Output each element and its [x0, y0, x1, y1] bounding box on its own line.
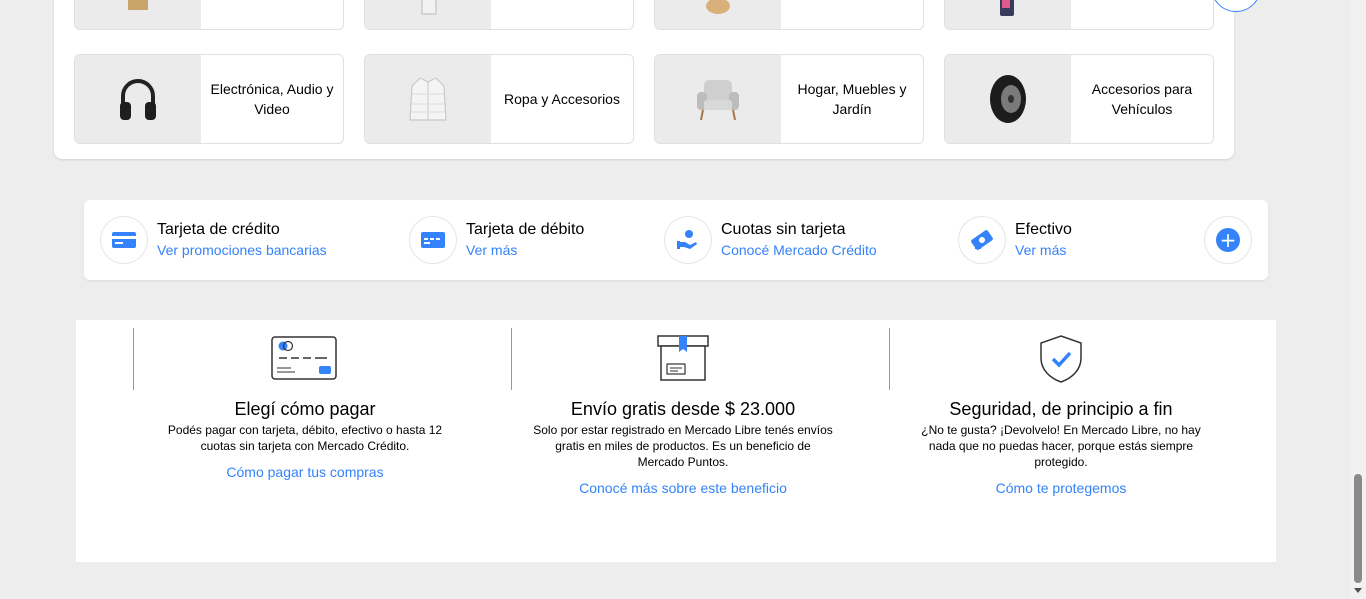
category-tile[interactable]	[944, 0, 1214, 30]
payment-title: Tarjeta de crédito	[157, 221, 280, 238]
payment-methods-bar: Tarjeta de crédito Ver promociones banca…	[84, 200, 1268, 280]
page-scrollbar[interactable]	[1350, 0, 1366, 599]
payment-credit-card[interactable]: Tarjeta de crédito Ver promociones banca…	[100, 216, 327, 264]
category-tile-vehicles[interactable]: Accesorios para Vehículos	[944, 54, 1214, 144]
category-label: Electrónica, Audio y Video	[210, 81, 334, 117]
jacket-icon	[365, 55, 491, 143]
benefit-link[interactable]: Conocé más sobre este beneficio	[579, 479, 787, 497]
benefit-payment: Elegí cómo pagar Podés pagar con tarjeta…	[116, 334, 494, 482]
benefit-title: Elegí cómo pagar	[234, 399, 376, 419]
scroll-down-arrow-icon[interactable]	[1354, 588, 1362, 593]
hand-coin-icon	[664, 216, 712, 264]
payment-link[interactable]: Ver promociones bancarias	[157, 240, 327, 260]
scrollbar-thumb[interactable]	[1354, 474, 1362, 583]
debit-card-icon	[409, 216, 457, 264]
payment-title: Efectivo	[1015, 221, 1072, 238]
payment-title: Tarjeta de débito	[466, 221, 585, 238]
category-label: Accesorios para Vehículos	[1091, 81, 1193, 117]
category-tile[interactable]	[74, 0, 344, 30]
tablet-icon	[365, 0, 491, 29]
benefit-title: Envío gratis desde $ 23.000	[570, 399, 796, 419]
tire-icon	[945, 55, 1071, 143]
benefit-security: Seguridad, de principio a fin ¿No te gus…	[872, 334, 1250, 498]
smartphone-icon	[945, 0, 1071, 29]
category-label: Hogar, Muebles y Jardín	[797, 81, 907, 117]
credit-card-icon	[100, 216, 148, 264]
payment-installments[interactable]: Cuotas sin tarjeta Conocé Mercado Crédit…	[664, 216, 877, 264]
benefit-title: Seguridad, de principio a fin	[949, 399, 1173, 419]
payment-cash[interactable]: Efectivo Ver más	[958, 216, 1072, 264]
shield-check-icon	[872, 334, 1250, 384]
benefit-link[interactable]: Cómo te protegemos	[996, 479, 1127, 497]
shipping-box-icon	[494, 334, 872, 384]
benefit-shipping: Envío gratis desde $ 23.000 Solo por est…	[494, 334, 872, 498]
more-payment-methods-button[interactable]: +	[1204, 216, 1252, 264]
category-tile-clothing[interactable]: Ropa y Accesorios	[364, 54, 634, 144]
cash-icon	[958, 216, 1006, 264]
categories-card: Electrónica, Audio y Video Ropa y Acceso…	[54, 0, 1234, 159]
category-tile-electronics[interactable]: Electrónica, Audio y Video	[74, 54, 344, 144]
headphones-icon	[75, 55, 201, 143]
payment-debit-card[interactable]: Tarjeta de débito Ver más	[409, 216, 584, 264]
benefit-text: Solo por estar registrado en Mercado Lib…	[533, 423, 833, 469]
payment-link[interactable]: Ver más	[1015, 240, 1072, 260]
benefit-text: Podés pagar con tarjeta, débito, efectiv…	[167, 423, 443, 453]
payment-link[interactable]: Conocé Mercado Crédito	[721, 240, 877, 260]
teddy-bear-icon	[655, 0, 781, 29]
category-tile-home[interactable]: Hogar, Muebles y Jardín	[654, 54, 924, 144]
ring-box-icon	[75, 0, 201, 29]
benefit-text: ¿No te gusta? ¡Devolvelo! En Mercado Lib…	[921, 423, 1201, 469]
category-tile[interactable]	[654, 0, 924, 30]
payment-title: Cuotas sin tarjeta	[721, 221, 846, 238]
category-label: Ropa y Accesorios	[504, 91, 620, 107]
category-tile[interactable]	[364, 0, 634, 30]
benefit-link[interactable]: Cómo pagar tus compras	[226, 463, 383, 481]
benefits-section: Elegí cómo pagar Podés pagar con tarjeta…	[76, 320, 1276, 562]
plus-icon: +	[1216, 228, 1240, 252]
armchair-icon	[655, 55, 781, 143]
payment-link[interactable]: Ver más	[466, 240, 584, 260]
payment-card-icon	[116, 334, 494, 384]
